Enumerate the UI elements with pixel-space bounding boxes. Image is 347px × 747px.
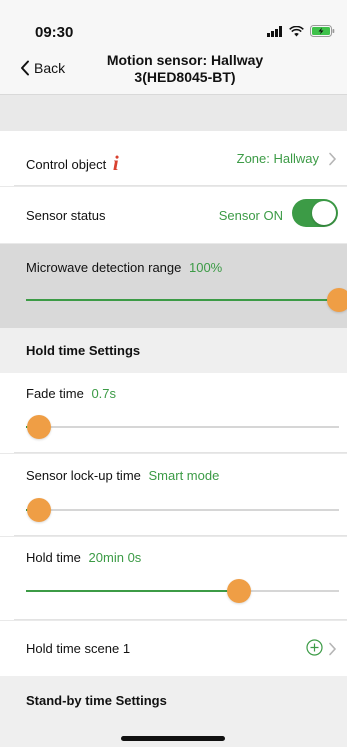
chevron-right-icon <box>329 642 337 656</box>
fade-time-slider[interactable] <box>26 415 339 439</box>
slider-fill <box>26 299 339 301</box>
home-indicator[interactable] <box>121 736 225 741</box>
divider <box>14 185 347 186</box>
fade-time-label-text: Fade time <box>26 386 84 401</box>
divider <box>14 452 347 453</box>
slider-thumb[interactable] <box>327 288 347 312</box>
back-label: Back <box>34 60 66 76</box>
slider-thumb[interactable] <box>226 579 251 603</box>
chevron-right-icon <box>329 152 337 166</box>
divider <box>14 619 347 620</box>
signal-icon <box>267 25 282 37</box>
page-title-line2: 3(HED8045-BT) <box>134 69 236 85</box>
sensor-status-label: Sensor status <box>26 208 106 223</box>
lockup-time-label-text: Sensor lock-up time <box>26 468 141 483</box>
microwave-range-row: Microwave detection range 100% <box>0 244 347 328</box>
back-button[interactable]: Back <box>20 60 65 76</box>
control-object-row[interactable]: Control object i Zone: Hallway <box>0 131 347 186</box>
lockup-time-value: Smart mode <box>148 468 220 483</box>
microwave-range-label-text: Microwave detection range <box>26 260 182 275</box>
chevron-left-icon <box>21 60 29 76</box>
slider-fill <box>26 590 239 592</box>
hold-time-value: 20min 0s <box>88 550 142 565</box>
hold-time-scene-row[interactable]: Hold time scene 1 <box>0 621 347 676</box>
control-object-value: Zone: Hallway <box>236 151 319 166</box>
lockup-time-slider[interactable] <box>26 498 339 522</box>
hold-time-label: Hold time 20min 0s <box>26 550 141 565</box>
control-object-label: Control object i <box>26 150 119 175</box>
hold-time-settings-title: Hold time Settings <box>26 343 141 358</box>
microwave-range-label: Microwave detection range 100% <box>26 260 222 275</box>
divider <box>14 535 347 536</box>
lockup-time-label: Sensor lock-up time Smart mode <box>26 468 219 483</box>
battery-charging-icon <box>310 25 335 37</box>
hold-time-scene-label: Hold time scene 1 <box>26 641 131 656</box>
microwave-range-value: 100% <box>188 260 223 275</box>
control-object-label-text: Control object <box>26 157 107 172</box>
hold-time-settings-header: Hold time Settings <box>0 328 347 373</box>
standby-settings-title: Stand-by time Settings <box>26 693 167 708</box>
page-title-line1: Motion sensor: Hallway <box>106 52 264 68</box>
fade-time-label: Fade time 0.7s <box>26 386 116 401</box>
status-time: 09:30 <box>35 24 74 41</box>
status-bar: 09:30 <box>0 0 347 44</box>
slider-thumb[interactable] <box>26 415 51 439</box>
info-icon[interactable]: i <box>113 151 119 175</box>
toggle-knob <box>312 201 336 225</box>
slider-thumb[interactable] <box>26 498 51 522</box>
page-title: Motion sensor: Hallway 3(HED8045-BT) <box>85 52 285 86</box>
add-circle-icon[interactable] <box>306 639 323 656</box>
hold-time-row: Hold time 20min 0s <box>0 537 347 620</box>
microwave-range-slider[interactable] <box>26 288 347 312</box>
status-icons <box>267 25 335 37</box>
hold-time-slider[interactable] <box>26 579 339 603</box>
nav-bar: Back Motion sensor: Hallway 3(HED8045-BT… <box>0 44 347 95</box>
hold-time-label-text: Hold time <box>26 550 81 565</box>
sensor-status-row: Sensor status Sensor ON <box>0 187 347 243</box>
fade-time-row: Fade time 0.7s <box>0 373 347 453</box>
fade-time-value: 0.7s <box>91 386 117 401</box>
wifi-icon <box>289 25 304 36</box>
lockup-time-row: Sensor lock-up time Smart mode <box>0 454 347 536</box>
sensor-toggle[interactable] <box>292 199 338 227</box>
sensor-status-value: Sensor ON <box>218 208 283 223</box>
